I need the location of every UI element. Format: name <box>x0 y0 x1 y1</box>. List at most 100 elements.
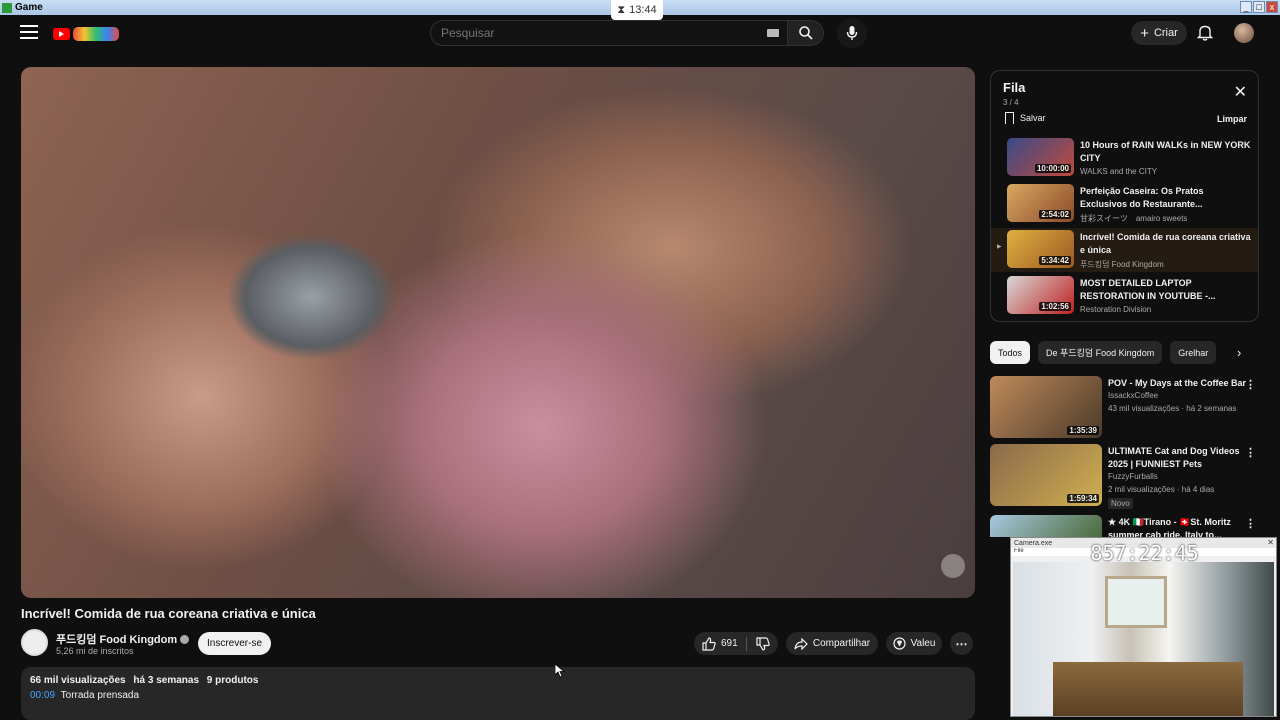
overlay-clock: 857:22:45 <box>1090 541 1199 565</box>
now-playing-icon: ▶ <box>997 244 1002 250</box>
recommendation-item[interactable]: 1:35:39 POV - My Days at the Coffee Bar Is… <box>990 376 1260 438</box>
queue-thumbnail[interactable]: 2:54:02 <box>1007 184 1074 222</box>
recommendation-title[interactable]: ULTIMATE Cat and Dog Videos 2025 | FUNNI… <box>1108 445 1248 471</box>
channel-name[interactable]: 푸드킹덤 Food Kingdom <box>56 631 190 647</box>
queue-item-channel: WALKS and the CITY <box>1080 167 1158 176</box>
duration-badge: 10:00:00 <box>1034 164 1071 173</box>
mic-icon <box>846 26 858 40</box>
queue-item[interactable]: 10:00:00 10 Hours of RAIN WALKs in NEW YO… <box>991 136 1258 180</box>
maximize-button[interactable]: □ <box>1253 1 1265 13</box>
search-button[interactable] <box>788 20 824 46</box>
voice-search-button[interactable] <box>837 18 867 48</box>
queue-item-title[interactable]: Incrível! Comida de rua coreana criativa… <box>1080 231 1252 257</box>
queue-item[interactable]: ▶ 5:34:42 Incrível! Comida de rua coreana … <box>991 228 1258 272</box>
search-icon <box>798 26 813 40</box>
queue-item-channel: 甘彩スイーツ amairo sweets <box>1080 214 1188 223</box>
create-label: Criar <box>1153 27 1178 39</box>
more-vert-icon[interactable]: ⋮ <box>1245 378 1256 391</box>
video-title: Incrível! Comida de rua coreana criativa… <box>21 606 316 621</box>
description-box[interactable]: 66 mil visualizações há 3 semanas 9 prod… <box>21 667 975 720</box>
app-icon <box>2 2 12 13</box>
duration-badge: 5:34:42 <box>1039 256 1071 265</box>
subscriber-count: 5,26 mi de inscritos <box>56 646 134 656</box>
queue-item-channel: 푸드킹덤 Food Kingdom <box>1080 260 1164 269</box>
chapter-timestamp[interactable]: 00:09 <box>30 690 55 701</box>
recommendation-channel[interactable]: IssackxCoffee <box>1108 391 1158 400</box>
queue-save-button[interactable]: Salvar <box>1005 112 1046 124</box>
queue-thumbnail[interactable]: 1:02:56 <box>1007 276 1074 314</box>
queue-clear-button[interactable]: Limpar <box>1217 114 1247 124</box>
recommendation-views: 43 mil visualizações · há 2 semanas <box>1108 404 1237 413</box>
keyboard-icon[interactable] <box>767 29 779 37</box>
close-window-button[interactable]: x <box>1266 1 1278 13</box>
queue-title: Fila <box>1003 80 1026 95</box>
search-box[interactable] <box>430 20 788 46</box>
like-button[interactable]: 691 <box>694 636 746 651</box>
upload-date: há 3 semanas <box>133 675 200 686</box>
subscribe-button[interactable]: Inscrever-se <box>198 632 271 655</box>
view-count: 66 mil visualizações <box>30 675 126 686</box>
recommendation-thumbnail[interactable]: 1:35:39 <box>990 376 1102 438</box>
recommendation-title[interactable]: POV - My Days at the Coffee Bar <box>1108 377 1248 390</box>
thumbs-up-icon <box>702 636 716 651</box>
queue-thumbnail[interactable]: 5:34:42 <box>1007 230 1074 268</box>
verified-icon <box>180 635 190 644</box>
filter-chips: Todos De 푸드킹덤 Food Kingdom Grelhar <box>990 341 1217 364</box>
window-controls: _ □ x <box>1240 1 1278 13</box>
window-title: Game <box>15 2 43 13</box>
thanks-label: Valeu <box>910 638 936 649</box>
more-vert-icon[interactable]: ⋮ <box>1245 446 1256 459</box>
video-player[interactable] <box>21 67 975 598</box>
share-button[interactable]: Compartilhar <box>786 632 878 655</box>
more-actions-button[interactable]: ⋯ <box>950 632 973 655</box>
super-thanks-icon <box>892 637 906 650</box>
recommendation-channel[interactable]: FuzzyFurballs <box>1108 472 1158 481</box>
dislike-button[interactable] <box>747 636 778 651</box>
recommendation-item[interactable]: 1:59:34 ULTIMATE Cat and Dog Videos 2025 … <box>990 444 1260 509</box>
thanks-button[interactable]: Valeu <box>886 632 942 655</box>
notifications-button[interactable] <box>1196 24 1214 46</box>
minimize-button[interactable]: _ <box>1240 1 1252 13</box>
recommendation-views: 2 mil visualizações · há 4 dias <box>1108 485 1215 494</box>
more-horizontal-icon: ⋯ <box>955 636 968 651</box>
top-bar: + Criar <box>0 15 1280 55</box>
new-badge: Novo <box>1108 498 1133 509</box>
avatar[interactable] <box>1234 23 1254 43</box>
chevron-right-icon[interactable]: › <box>1237 345 1241 360</box>
desk <box>1053 662 1243 716</box>
bell-icon <box>1196 25 1214 41</box>
like-dislike-group: 691 <box>694 632 778 655</box>
recommendation-thumbnail[interactable]: 1:59:34 <box>990 444 1102 506</box>
chip-grill[interactable]: Grelhar <box>1170 341 1217 364</box>
queue-item-title[interactable]: 10 Hours of RAIN WALKs in NEW YORK CITY <box>1080 139 1252 165</box>
plus-icon: + <box>1140 24 1149 42</box>
queue-item[interactable]: 1:02:56 MOST DETAILED LAPTOP RESTORATION … <box>991 274 1258 318</box>
menu-icon[interactable] <box>20 25 38 41</box>
queue-thumbnail[interactable]: 10:00:00 <box>1007 138 1074 176</box>
queue-item-title[interactable]: MOST DETAILED LAPTOP RESTORATION IN YOUT… <box>1080 277 1252 303</box>
duration-badge: 1:59:34 <box>1067 494 1099 503</box>
channel-avatar[interactable] <box>21 629 48 656</box>
chapter-title: Torrada prensada <box>60 690 140 701</box>
channel-watermark-icon[interactable] <box>941 554 965 578</box>
close-icon[interactable]: ✕ <box>1234 85 1247 101</box>
more-vert-icon[interactable]: ⋮ <box>1245 517 1256 530</box>
product-count: 9 produtos <box>206 675 259 686</box>
channel-name-text: 푸드킹덤 Food Kingdom <box>56 634 178 646</box>
duration-badge: 1:02:56 <box>1039 302 1071 311</box>
bookmark-icon <box>1005 112 1014 124</box>
queue-item[interactable]: 2:54:02 Perfeição Caseira: Os Pratos Excl… <box>991 182 1258 226</box>
queue-item-title[interactable]: Perfeição Caseira: Os Pratos Exclusivos … <box>1080 185 1252 211</box>
queue-item-channel: Restoration Division <box>1080 305 1152 314</box>
chip-all[interactable]: Todos <box>990 341 1031 364</box>
camera-overlay-window[interactable]: Camera.exe ✕ File 857:22:45 <box>1010 537 1277 717</box>
chapter-line: 00:09 Torrada prensada <box>30 690 966 701</box>
chip-from-channel[interactable]: De 푸드킹덤 Food Kingdom <box>1038 341 1163 364</box>
recommendation-thumbnail[interactable] <box>990 515 1102 537</box>
thumbs-down-icon <box>755 636 770 651</box>
camera-feed <box>1013 562 1274 716</box>
search-input[interactable] <box>441 26 741 40</box>
recommendation-item[interactable]: ★ 4K 🇮🇹Tirano - 🇨🇭St. Moritz summer cab … <box>990 515 1260 540</box>
youtube-logo[interactable] <box>53 25 119 42</box>
create-button[interactable]: + Criar <box>1131 21 1187 45</box>
